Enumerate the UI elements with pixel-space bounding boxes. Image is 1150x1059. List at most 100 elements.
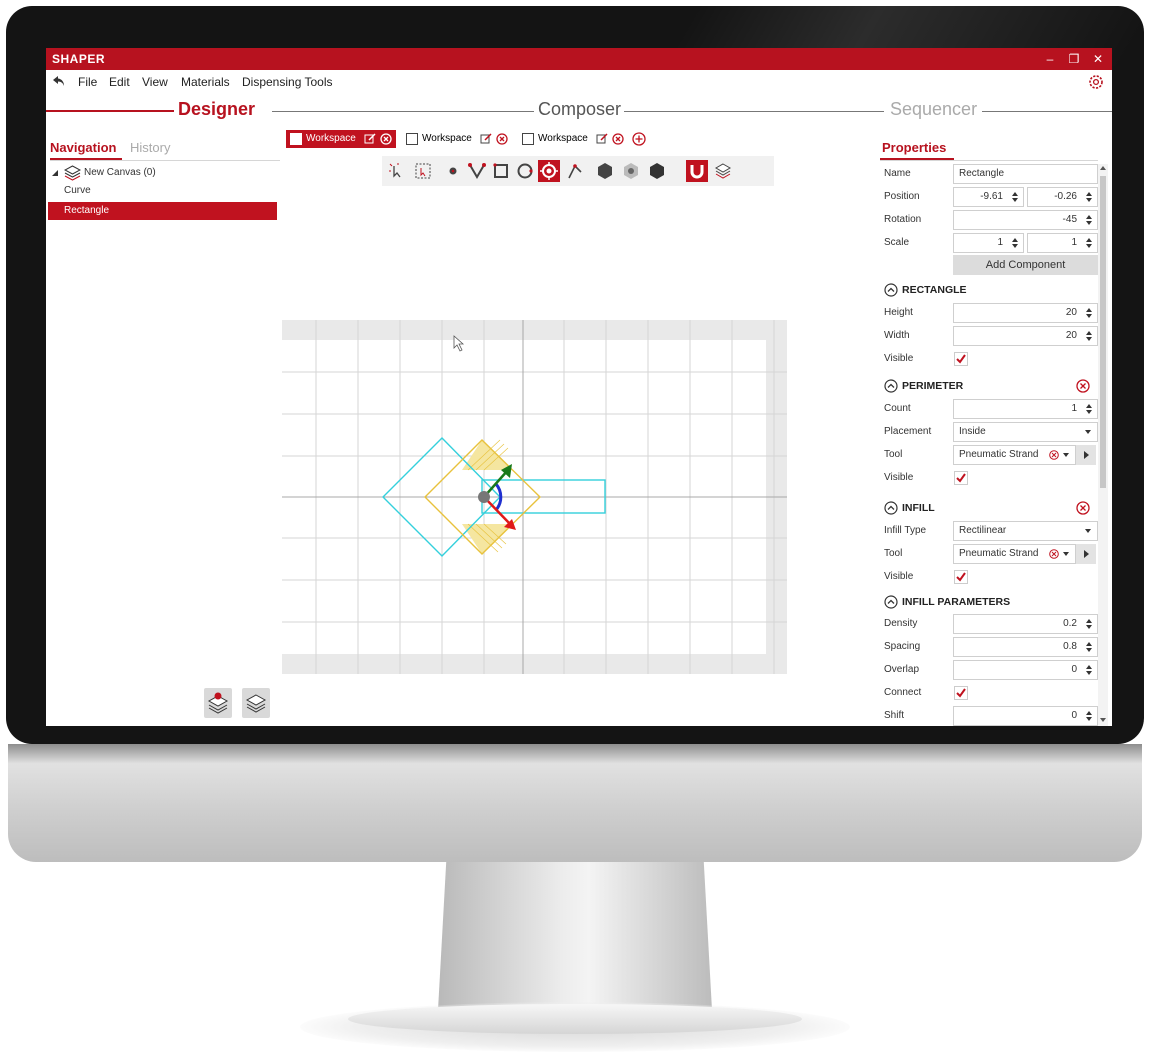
section-infill[interactable]: INFILL: [876, 497, 1098, 519]
width-input[interactable]: 20: [953, 326, 1098, 346]
section-rectangle[interactable]: RECTANGLE: [876, 279, 1098, 301]
edit-path-tool-icon[interactable]: [564, 160, 586, 182]
box-select-icon[interactable]: [412, 160, 434, 182]
tool-details-button[interactable]: [1076, 445, 1096, 465]
solid-hexagon-icon[interactable]: [594, 160, 616, 182]
stepper-icon[interactable]: [1085, 403, 1093, 415]
layers-toggle-icon[interactable]: [712, 160, 734, 182]
visible-checkbox[interactable]: [954, 352, 968, 366]
dropdown-arrow-icon[interactable]: [1085, 430, 1091, 434]
workspace-checkbox[interactable]: [406, 133, 418, 145]
stepper-icon[interactable]: [1085, 237, 1093, 249]
add-layer-button[interactable]: [204, 688, 232, 718]
close-tab-icon[interactable]: [612, 133, 624, 145]
remove-layer-button[interactable]: [242, 688, 270, 718]
stepper-icon[interactable]: [1085, 710, 1093, 722]
clear-tool-icon[interactable]: [1049, 549, 1059, 559]
tree-item-rectangle[interactable]: Rectangle: [48, 202, 277, 220]
settings-gear-icon[interactable]: [1088, 74, 1104, 90]
restore-button[interactable]: ❐: [1066, 50, 1082, 68]
scroll-up-icon[interactable]: [1099, 164, 1107, 172]
add-workspace-icon[interactable]: [632, 132, 646, 146]
name-input[interactable]: Rectangle: [953, 164, 1098, 184]
collapse-chevron-icon[interactable]: [884, 595, 898, 609]
position-y-input[interactable]: -0.26: [1027, 187, 1098, 207]
circle-tool-icon[interactable]: [514, 160, 536, 182]
remove-component-icon[interactable]: [1076, 501, 1090, 515]
close-tab-icon[interactable]: [380, 133, 392, 145]
workspace-checkbox[interactable]: [290, 133, 302, 145]
edit-icon[interactable]: [364, 133, 376, 145]
stepper-icon[interactable]: [1085, 330, 1093, 342]
collapse-chevron-icon[interactable]: [884, 501, 898, 515]
count-input[interactable]: 1: [953, 399, 1098, 419]
connect-checkbox[interactable]: [954, 686, 968, 700]
stepper-icon[interactable]: [1085, 307, 1093, 319]
menu-file[interactable]: File: [78, 75, 97, 89]
polyline-tool-icon[interactable]: [466, 160, 488, 182]
spacing-input[interactable]: 0.8: [953, 637, 1098, 657]
clear-tool-icon[interactable]: [1049, 450, 1059, 460]
visible-checkbox[interactable]: [954, 471, 968, 485]
stepper-icon[interactable]: [1085, 664, 1093, 676]
stepper-icon[interactable]: [1011, 237, 1019, 249]
rotation-input[interactable]: -45: [953, 210, 1098, 230]
hollow-hexagon-icon[interactable]: [620, 160, 642, 182]
dropdown-arrow-icon[interactable]: [1063, 552, 1069, 556]
dark-hexagon-icon[interactable]: [646, 160, 668, 182]
overlap-input[interactable]: 0: [953, 660, 1098, 680]
dropdown-arrow-icon[interactable]: [1085, 529, 1091, 533]
tab-workspace-2[interactable]: Workspace: [402, 130, 512, 148]
tab-workspace-3[interactable]: Workspace: [518, 130, 628, 148]
density-input[interactable]: 0.2: [953, 614, 1098, 634]
menu-edit[interactable]: Edit: [109, 75, 130, 89]
workspace-checkbox[interactable]: [522, 133, 534, 145]
design-canvas[interactable]: [282, 320, 787, 674]
minimize-button[interactable]: –: [1042, 50, 1058, 68]
dropdown-arrow-icon[interactable]: [1063, 453, 1069, 457]
tree-item-new-canvas[interactable]: New Canvas (0): [48, 164, 277, 182]
tab-navigation[interactable]: Navigation: [50, 140, 116, 155]
tree-expand-icon[interactable]: [52, 170, 58, 176]
collapse-chevron-icon[interactable]: [884, 379, 898, 393]
tool-details-button[interactable]: [1076, 544, 1096, 564]
scale-y-input[interactable]: 1: [1027, 233, 1098, 253]
scale-x-input[interactable]: 1: [953, 233, 1024, 253]
collapse-chevron-icon[interactable]: [884, 283, 898, 297]
section-infill-parameters[interactable]: INFILL PARAMETERS: [876, 591, 1098, 613]
height-input[interactable]: 20: [953, 303, 1098, 323]
point-tool-icon[interactable]: [442, 160, 464, 182]
mode-designer[interactable]: Designer: [178, 99, 255, 120]
close-tab-icon[interactable]: [496, 133, 508, 145]
menu-view[interactable]: View: [142, 75, 168, 89]
close-button[interactable]: ✕: [1090, 50, 1106, 68]
shift-input[interactable]: 0: [953, 706, 1098, 726]
menu-materials[interactable]: Materials: [181, 75, 230, 89]
infill-tool-select[interactable]: Pneumatic Strand: [953, 544, 1076, 564]
infill-type-select[interactable]: Rectilinear: [953, 521, 1098, 541]
undo-back-icon[interactable]: [52, 74, 66, 88]
rectangle-tool-icon[interactable]: [490, 160, 512, 182]
placement-select[interactable]: Inside: [953, 422, 1098, 442]
menu-dispensing-tools[interactable]: Dispensing Tools: [242, 75, 333, 89]
properties-scrollbar-thumb[interactable]: [1100, 176, 1106, 488]
magnet-snap-icon[interactable]: [686, 160, 708, 182]
stepper-icon[interactable]: [1085, 191, 1093, 203]
tab-history[interactable]: History: [130, 140, 170, 155]
stepper-icon[interactable]: [1085, 641, 1093, 653]
edit-icon[interactable]: [596, 133, 608, 145]
transform-tool-icon[interactable]: [538, 160, 560, 182]
scroll-down-icon[interactable]: [1099, 716, 1107, 724]
visible-checkbox[interactable]: [954, 570, 968, 584]
mode-composer[interactable]: Composer: [538, 99, 621, 120]
stepper-icon[interactable]: [1085, 618, 1093, 630]
select-tool-icon[interactable]: [386, 160, 408, 182]
mode-sequencer[interactable]: Sequencer: [890, 99, 977, 120]
position-x-input[interactable]: -9.61: [953, 187, 1024, 207]
remove-component-icon[interactable]: [1076, 379, 1090, 393]
section-perimeter[interactable]: PERIMETER: [876, 375, 1098, 397]
tab-workspace-1[interactable]: Workspace: [286, 130, 396, 148]
perimeter-tool-select[interactable]: Pneumatic Strand: [953, 445, 1076, 465]
add-component-button[interactable]: Add Component: [953, 255, 1098, 275]
tree-item-curve[interactable]: Curve: [48, 182, 277, 200]
